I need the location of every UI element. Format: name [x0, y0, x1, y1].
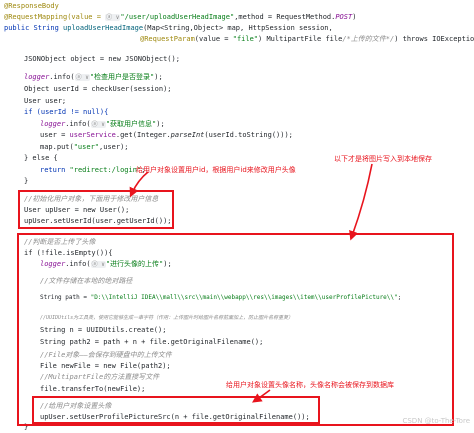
- annotation-token: @ResponseBody: [4, 2, 59, 10]
- annotation-note-avatar-name: 给用户对象设置头像名称，头像名称会被保存到数据库: [226, 381, 394, 389]
- code-token: map.put(: [40, 143, 74, 151]
- string-literal: "/user/uploadUserHeadImage": [120, 13, 235, 21]
- code-token: .info(: [65, 120, 91, 128]
- method-name: uploadUserHeadImage: [63, 24, 144, 32]
- code-line: @RequestParam(value = "file") MultipartF…: [140, 34, 474, 45]
- keyword-token: public String: [4, 24, 64, 32]
- code-line: logger.info(ⓐ ∨"检查用户是否登录");: [24, 72, 163, 83]
- keyword-token: return: [40, 166, 70, 174]
- inlay-hint: ⓐ ∨: [90, 121, 106, 128]
- code-token: if (userId != null){: [24, 108, 109, 116]
- annotation-note-user-id: 给用户对象设置用户id，根据用户id来修改用户头像: [136, 166, 296, 174]
- code-token: .info(: [49, 73, 75, 81]
- code-token: );: [154, 73, 163, 81]
- code-token: ): [352, 13, 357, 21]
- inlay-hint: ⓐ ∨: [74, 74, 90, 81]
- field-token: userService: [69, 131, 116, 139]
- code-token: (Map<String,Object> map, HttpSession ses…: [143, 24, 333, 32]
- string-literal: "获取用户信息": [105, 120, 157, 128]
- string-literal: "file": [232, 35, 259, 43]
- code-line: } else {: [24, 154, 58, 162]
- field-token: logger: [24, 73, 50, 81]
- code-token: ) MultipartFile file: [258, 35, 343, 43]
- string-literal: "user": [73, 143, 100, 151]
- code-token: ,user);: [99, 143, 129, 151]
- code-token: );: [156, 120, 165, 128]
- code-line: Object userId = checkUser(session);: [24, 85, 172, 93]
- code-token: (userId.toString()));: [204, 131, 293, 139]
- field-token: logger: [40, 120, 66, 128]
- code-token: user =: [40, 131, 70, 139]
- string-literal: "redirect:/login": [69, 166, 142, 174]
- annotation-token: @RequestMapping(value =: [4, 13, 106, 21]
- code-line: public String uploadUserHeadImage(Map<St…: [4, 23, 333, 34]
- annotation-token: @RequestParam: [140, 35, 195, 43]
- code-line: map.put("user",user);: [40, 142, 129, 153]
- code-token: .get(Integer.: [115, 131, 171, 139]
- code-line: if (userId != null){: [24, 107, 108, 118]
- code-line: User user;: [24, 97, 67, 105]
- code-line: return "redirect:/login";: [40, 165, 145, 176]
- code-token: POST: [335, 13, 353, 21]
- string-literal: "检查用户是否登录": [89, 73, 155, 81]
- code-line: }: [24, 177, 29, 185]
- code-line: @ResponseBody: [4, 1, 59, 12]
- highlight-box-user-id: [18, 190, 174, 229]
- code-line: @RequestMapping(value = ⓐ ∨"/user/upload…: [4, 12, 356, 23]
- annotation-note-save-local: 以下才是将图片写入到本地保存: [334, 155, 432, 163]
- code-line: user = userService.get(Integer.parseInt(…: [40, 130, 293, 141]
- code-token: (value =: [194, 35, 233, 43]
- highlight-box-set-avatar: [32, 396, 320, 424]
- code-token: ) throws IOException {: [394, 35, 474, 43]
- code-line: JSONObject object = new JSONObject();: [24, 55, 180, 63]
- code-token: parseInt: [170, 131, 205, 139]
- code-line: logger.info(ⓐ ∨"获取用户信息");: [40, 119, 165, 130]
- comment-token: /*上传的文件*/: [342, 35, 395, 43]
- watermark: CSDN @to-The-Tore: [402, 417, 470, 425]
- code-token: ,method = RequestMethod.: [234, 13, 336, 21]
- inlay-hint: ⓐ ∨: [105, 14, 121, 21]
